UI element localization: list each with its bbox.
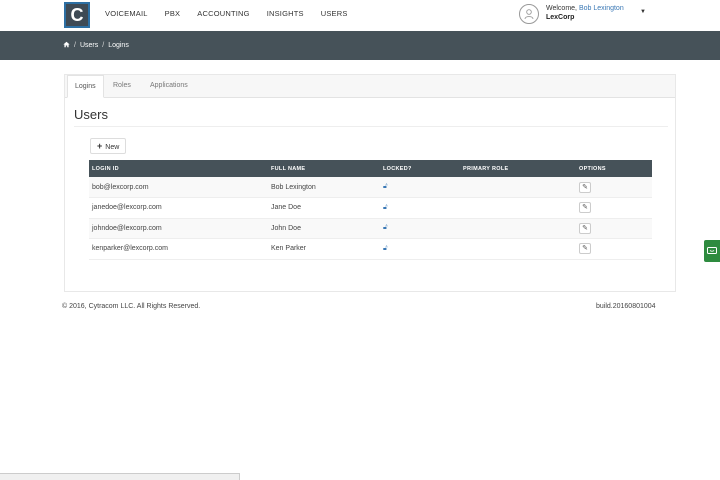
column-header-login-id[interactable]: LOGIN ID (89, 160, 268, 177)
nav-item-pbx[interactable]: PBX (165, 9, 181, 18)
table-row[interactable]: bob@lexcorp.com Bob Lexington 🔓︎ ✎ (89, 177, 652, 198)
breadcrumb-item-users[interactable]: Users (80, 42, 98, 49)
cell-login-id: bob@lexcorp.com (89, 177, 268, 198)
cell-full-name: Ken Parker (268, 238, 380, 260)
user-greeting: Welcome, Bob Lexington LexCorp (546, 4, 624, 22)
title-divider (74, 126, 668, 127)
edit-icon[interactable]: ✎ (579, 181, 591, 193)
new-button-label: New (105, 144, 120, 151)
nav-item-voicemail[interactable]: VOICEMAIL (105, 9, 148, 18)
footer-build: build.20160801004 (596, 303, 656, 310)
table-header-row: LOGIN ID FULL NAME LOCKED? PRIMARY ROLE … (89, 160, 652, 177)
cell-full-name: John Doe (268, 218, 380, 239)
cell-locked: 🔓︎ (380, 197, 460, 219)
nav-item-insights[interactable]: INSIGHTS (267, 9, 304, 18)
tab-roles[interactable]: Roles (106, 75, 138, 98)
users-panel: Logins Roles Applications Users + New LOG… (64, 74, 676, 292)
cell-locked: 🔓︎ (380, 218, 460, 239)
cell-primary-role (460, 177, 576, 198)
cell-options: ✎ (576, 177, 652, 198)
cell-options: ✎ (576, 197, 652, 219)
plus-icon: + (97, 141, 103, 151)
breadcrumb-bar: / Users / Logins (0, 31, 720, 60)
unlock-icon[interactable]: 🔓︎ (383, 224, 388, 231)
tab-bar: Logins Roles Applications (65, 75, 675, 98)
edit-icon[interactable]: ✎ (579, 222, 591, 234)
status-url-bar (0, 473, 240, 480)
cell-full-name: Jane Doe (268, 197, 380, 219)
user-avatar-icon (519, 4, 539, 24)
tab-logins[interactable]: Logins (67, 75, 104, 98)
cell-primary-role (460, 218, 576, 239)
welcome-text: Welcome, (546, 5, 577, 12)
edit-icon[interactable]: ✎ (579, 243, 591, 255)
cell-login-id: johndoe@lexcorp.com (89, 218, 268, 239)
tab-applications[interactable]: Applications (143, 75, 195, 98)
breadcrumb-item-logins: Logins (108, 42, 129, 49)
chat-icon (707, 246, 717, 254)
cell-options: ✎ (576, 218, 652, 239)
table-row[interactable]: janedoe@lexcorp.com Jane Doe 🔓︎ ✎ (89, 197, 652, 219)
logo-letter: C (70, 5, 84, 25)
breadcrumb-separator: / (102, 42, 105, 49)
breadcrumb: / Users / Logins (63, 41, 129, 50)
footer-copyright: © 2016, Cytracom LLC. All Rights Reserve… (62, 303, 201, 310)
cell-full-name: Bob Lexington (268, 177, 380, 198)
page-title: Users (74, 107, 108, 122)
table-row[interactable]: johndoe@lexcorp.com John Doe 🔓︎ ✎ (89, 218, 652, 239)
nav-item-users[interactable]: USERS (321, 9, 348, 18)
table-row[interactable]: kenparker@lexcorp.com Ken Parker 🔓︎ ✎ (89, 238, 652, 260)
unlock-icon[interactable]: 🔓︎ (383, 245, 388, 252)
new-user-button[interactable]: + New (90, 138, 127, 154)
column-header-full-name[interactable]: FULL NAME (268, 160, 380, 177)
column-header-locked[interactable]: LOCKED? (380, 160, 460, 177)
top-navbar: C VOICEMAIL PBX ACCOUNTING INSIGHTS USER… (0, 0, 720, 31)
user-name[interactable]: Bob Lexington (579, 5, 624, 12)
column-header-primary-role[interactable]: PRIMARY ROLE (460, 160, 576, 177)
cell-locked: 🔓︎ (380, 177, 460, 198)
unlock-icon[interactable]: 🔓︎ (383, 204, 388, 211)
cell-login-id: janedoe@lexcorp.com (89, 197, 268, 219)
cell-primary-role (460, 197, 576, 219)
cell-login-id: kenparker@lexcorp.com (89, 238, 268, 260)
home-icon[interactable] (63, 41, 70, 50)
breadcrumb-separator: / (74, 42, 76, 49)
cell-locked: 🔓︎ (380, 238, 460, 260)
unlock-icon[interactable]: 🔓︎ (383, 183, 388, 190)
cell-options: ✎ (576, 238, 652, 260)
user-org: LexCorp (546, 14, 575, 21)
feedback-tab[interactable] (704, 240, 720, 262)
edit-icon[interactable]: ✎ (579, 202, 591, 214)
logins-table: LOGIN ID FULL NAME LOCKED? PRIMARY ROLE … (89, 160, 652, 260)
nav-item-accounting[interactable]: ACCOUNTING (197, 9, 249, 18)
cell-primary-role (460, 238, 576, 260)
chevron-down-icon[interactable]: ▼ (640, 9, 646, 15)
main-nav: VOICEMAIL PBX ACCOUNTING INSIGHTS USERS (105, 9, 365, 18)
app-logo[interactable]: C (64, 2, 90, 28)
column-header-options: OPTIONS (576, 160, 652, 177)
